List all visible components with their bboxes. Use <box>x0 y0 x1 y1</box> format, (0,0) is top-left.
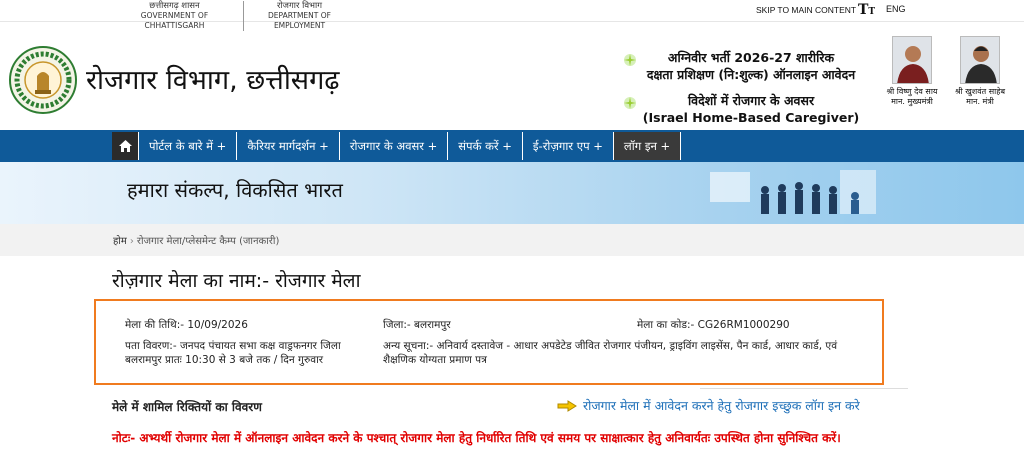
attendance-note: नोटः- अभ्यर्थी रोजगार मेला में ऑनलाइन आव… <box>112 431 841 445</box>
overseas-jobs-line2: (Israel Home-Based Caregiver) <box>642 110 860 125</box>
nav-about-portal[interactable]: पोर्टल के बारे में + <box>139 132 238 160</box>
government-label-english: GOVERNMENT OF CHHATTISGARH <box>140 11 209 30</box>
text-size-toggle[interactable]: TT <box>858 2 875 18</box>
fair-date: मेला की तिथि:- 10/09/2026 <box>125 319 248 331</box>
fair-address: पता विवरण:- जनपद पंचायत सभा कक्ष वाड्रफन… <box>125 340 341 366</box>
divider <box>700 388 908 389</box>
department-label-english: DEPARTMENT OF EMPLOYMENT <box>268 11 331 30</box>
minister-name: श्री खुशवंत साहेब <box>954 87 1006 96</box>
minister-photo <box>960 36 1000 84</box>
agniveer-promo-link[interactable]: अग्निवीर भर्ती 2026-27 शारीरिक दक्षता प्… <box>620 49 882 83</box>
nav-home-button[interactable] <box>112 132 139 160</box>
government-label-hindi: छत्तीसगढ़ शासन <box>149 1 200 11</box>
breadcrumb-home-link[interactable]: होम <box>113 236 127 247</box>
pointing-hand-icon <box>557 399 577 412</box>
nav-e-rozgar-app[interactable]: ई-रोज़गार एप + <box>522 132 614 160</box>
page-title: रोज़गार मेला का नाम:- रोजगार मेला <box>112 270 361 292</box>
fair-code: मेला का कोड:- CG26RM1000290 <box>637 319 790 331</box>
fair-district: जिला:- बलरामपुर <box>383 319 451 331</box>
skip-to-main-content-link[interactable]: SKIP TO MAIN CONTENT <box>756 5 856 15</box>
text-size-small-glyph: T <box>868 7 876 17</box>
breadcrumb: होम › रोजगार मेला/प्लेसमेन्ट कैम्प (जानकार… <box>113 233 279 247</box>
agniveer-promo-line1: अग्निवीर भर्ती 2026-27 शारीरिक <box>667 50 835 65</box>
nav-career-guidance[interactable]: कैरियर मार्गदर्शन + <box>237 132 340 160</box>
leader-card-minister: श्री खुशवंत साहेब मान. मंत्री <box>940 36 1020 107</box>
home-icon <box>119 140 132 152</box>
fair-other-info: अन्य सूचना:- अनिवार्य दस्तावेज - आधार अप… <box>383 340 838 366</box>
breadcrumb-separator: › <box>129 236 134 247</box>
main-navigation: पोर्टल के बारे में + कैरियर मार्गदर्शन +… <box>0 130 1024 162</box>
nav-contact[interactable]: संपर्क करें + <box>448 132 523 160</box>
minister-role: मान. मंत्री <box>966 97 994 106</box>
department-label: रोजगार विभाग DEPARTMENT OF EMPLOYMENT <box>243 1 355 31</box>
government-label: छत्तीसगढ़ शासन GOVERNMENT OF CHHATTISGAR… <box>112 1 237 31</box>
breadcrumb-current: रोजगार मेला/प्लेसमेन्ट कैम्प (जानकारी) <box>136 236 280 247</box>
overseas-jobs-promo-link[interactable]: विदेशों में रोजगार के अवसर (Israel Home-… <box>620 92 882 126</box>
job-seekers-illustration <box>710 170 876 214</box>
chief-minister-photo <box>892 36 932 84</box>
top-utility-bar: छत्तीसगढ़ शासन GOVERNMENT OF CHHATTISGAR… <box>0 0 1024 31</box>
chhattisgarh-emblem-icon <box>9 46 77 114</box>
text-size-large-glyph: T <box>858 2 869 18</box>
nav-login[interactable]: लॉग इन + <box>613 132 682 160</box>
site-title: रोजगार विभाग, छत्तीसगढ़ <box>86 65 340 96</box>
nav-employment-opportunities[interactable]: रोजगार के अवसर + <box>339 132 449 160</box>
overseas-jobs-line1: विदेशों में रोजगार के अवसर <box>687 93 815 108</box>
agniveer-promo-line2: दक्षता प्रशिक्षण (नि:शुल्क) ऑनलाइन आवेदन <box>646 67 856 82</box>
vacancy-section-heading: मेले में शामिल रिक्तियों का विवरण <box>112 400 262 414</box>
apply-login-link-text: रोजगार मेला में आवेदन करने हेतु रोजगार इ… <box>583 398 860 413</box>
language-english-link[interactable]: ENG <box>886 4 906 14</box>
department-label-hindi: रोजगार विभाग <box>276 1 323 11</box>
banner-title: हमारा संकल्प, विकसित भारत <box>127 178 343 202</box>
apply-login-link[interactable]: रोजगार मेला में आवेदन करने हेतु रोजगार इ… <box>557 397 860 414</box>
